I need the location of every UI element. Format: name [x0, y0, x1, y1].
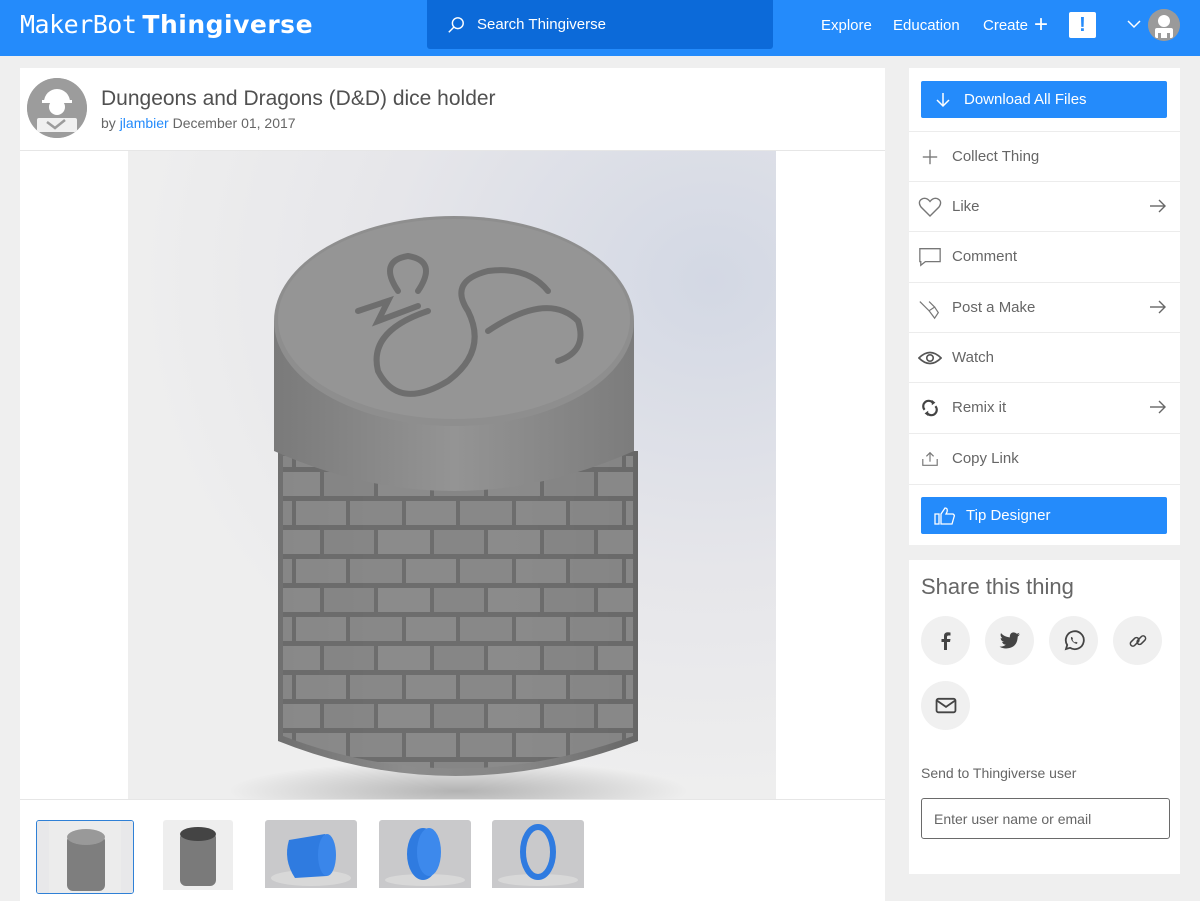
comment-label: Comment: [952, 248, 1018, 265]
nav-create-label: Create: [983, 16, 1029, 34]
main-image-viewer[interactable]: [20, 150, 885, 800]
copy-link-button[interactable]: Copy Link: [909, 433, 1180, 483]
eye-icon: [918, 346, 942, 370]
share-twitter-button[interactable]: [985, 616, 1034, 665]
link-icon: [1129, 634, 1146, 647]
remix-icon: [918, 396, 942, 420]
comment-icon: [918, 245, 942, 269]
search-icon: [448, 16, 464, 33]
thumbnail-image: [265, 820, 357, 888]
tip-designer-label: Tip Designer: [966, 507, 1051, 524]
thumbnail-3[interactable]: [265, 820, 357, 894]
like-label: Like: [952, 198, 980, 215]
author-link[interactable]: jlambier: [120, 115, 169, 131]
search-placeholder: Search Thingiverse: [477, 16, 606, 33]
arrow-right-icon: [1150, 199, 1166, 213]
copy-link-label: Copy Link: [952, 450, 1019, 467]
nav-education-label: Education: [893, 16, 960, 34]
top-navbar: MakerBot Thingiverse Search Thingiverse E…: [0, 0, 1200, 56]
post-a-make-button[interactable]: Post a Make: [909, 282, 1180, 332]
thumbnail-image: [492, 820, 584, 888]
chevron-down-icon[interactable]: [1125, 15, 1143, 33]
email-icon: [935, 697, 956, 713]
watch-label: Watch: [952, 349, 994, 366]
designer-avatar-icon: [27, 78, 87, 138]
thing-date: December 01, 2017: [172, 115, 296, 131]
thumbnail-image: [37, 821, 133, 893]
download-arrow-icon: [936, 92, 950, 107]
send-to-user-input[interactable]: [921, 798, 1170, 839]
tip-designer-button[interactable]: Tip Designer: [921, 497, 1167, 534]
like-button[interactable]: Like: [909, 181, 1180, 231]
thumbnail-strip: [20, 820, 885, 896]
byline-prefix: by: [101, 115, 116, 131]
thumbnail-image: [163, 820, 233, 890]
main-image: [128, 151, 776, 799]
thing-title: Dungeons and Dragons (D&D) dice holder: [101, 87, 496, 110]
share-upload-icon: [918, 447, 942, 471]
plus-icon: [918, 145, 942, 169]
collect-thing-button[interactable]: Collect Thing: [909, 131, 1180, 181]
share-link-button[interactable]: [1113, 616, 1162, 665]
share-email-button[interactable]: [921, 681, 970, 730]
download-label: Download All Files: [964, 91, 1087, 108]
nav-create[interactable]: Create +: [983, 0, 1048, 50]
share-whatsapp-button[interactable]: [1049, 616, 1098, 665]
post-a-make-label: Post a Make: [952, 299, 1036, 316]
designer-avatar[interactable]: [27, 78, 87, 138]
notification-button[interactable]: !: [1069, 12, 1096, 38]
actions-panel: Download All Files Collect Thing Like Co…: [909, 68, 1180, 545]
send-to-user-label: Send to Thingiverse user: [921, 765, 1077, 781]
thumbs-up-icon: [934, 506, 955, 525]
nav-explore-label: Explore: [821, 16, 872, 34]
logo-brand: MakerBot: [20, 10, 137, 39]
download-all-files-button[interactable]: Download All Files: [921, 81, 1167, 118]
user-icon: [1148, 9, 1180, 41]
logo-product: Thingiverse: [142, 10, 314, 39]
divider: [909, 484, 1180, 485]
thingiverse-logo[interactable]: MakerBot Thingiverse: [20, 9, 313, 40]
thumbnail-4[interactable]: [379, 820, 471, 894]
collect-thing-label: Collect Thing: [952, 148, 1040, 165]
nav-education[interactable]: Education: [893, 0, 960, 50]
nav-explore[interactable]: Explore: [821, 0, 872, 50]
remix-it-button[interactable]: Remix it: [909, 382, 1180, 432]
dice-holder-render: [228, 216, 688, 799]
make-icon: [918, 296, 942, 320]
share-panel: Share this thing Send to Thingiverse use…: [909, 560, 1180, 874]
thumbnail-image: [379, 820, 471, 888]
search-bar[interactable]: Search Thingiverse: [427, 0, 773, 49]
thing-detail-card: Dungeons and Dragons (D&D) dice holder b…: [20, 68, 885, 901]
remix-it-label: Remix it: [952, 399, 1007, 416]
arrow-right-icon: [1150, 300, 1166, 314]
watch-button[interactable]: Watch: [909, 332, 1180, 382]
arrow-right-icon: [1150, 400, 1166, 414]
thumbnail-1[interactable]: [36, 820, 134, 894]
share-title: Share this thing: [921, 574, 1074, 599]
facebook-icon: [941, 631, 950, 650]
heart-icon: [918, 195, 942, 219]
twitter-icon: [999, 631, 1020, 648]
thumbnail-2[interactable]: [163, 820, 233, 894]
share-facebook-button[interactable]: [921, 616, 970, 665]
user-avatar[interactable]: [1148, 9, 1180, 41]
comment-button[interactable]: Comment: [909, 231, 1180, 281]
plus-icon: +: [1034, 11, 1049, 38]
thumbnail-5[interactable]: [492, 820, 584, 894]
whatsapp-icon: [1064, 629, 1085, 650]
thing-byline: by jlambier December 01, 2017: [101, 115, 296, 131]
